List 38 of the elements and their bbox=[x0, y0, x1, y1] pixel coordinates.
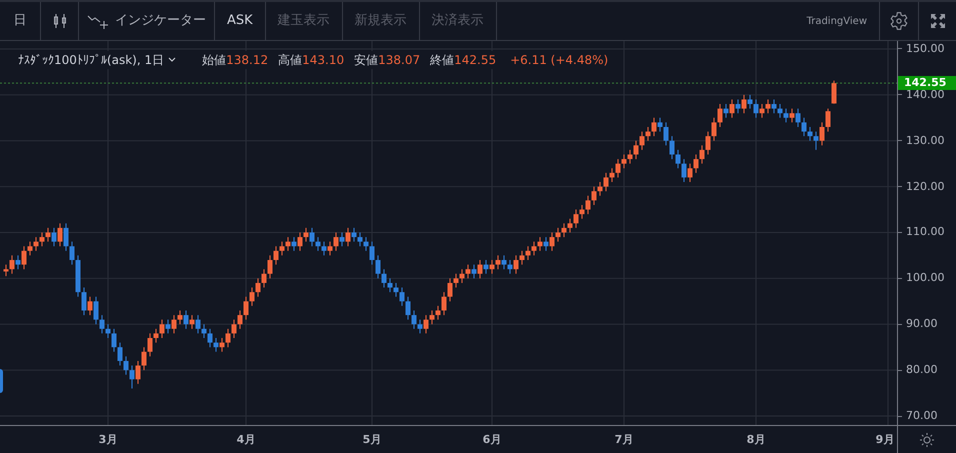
ohlc-label: 終値 bbox=[430, 52, 454, 69]
ohlc-value: 143.10 bbox=[302, 52, 344, 69]
scroll-handle[interactable] bbox=[0, 369, 3, 393]
ohlc-value: 142.55 bbox=[454, 52, 496, 69]
indicator-button[interactable]: インジケーター bbox=[79, 2, 215, 40]
price-tick-label: 110.00 bbox=[906, 225, 944, 240]
price-tick-label: 120.00 bbox=[906, 180, 944, 194]
price-type-button[interactable]: ASK bbox=[215, 2, 266, 40]
last-price-label: 142.55 bbox=[898, 76, 956, 90]
time-tick-label: 9月 bbox=[876, 432, 894, 448]
ohlc-value: 138.07 bbox=[378, 52, 420, 69]
ohlc-label: 安値 bbox=[354, 52, 378, 69]
settings-icon bbox=[889, 11, 909, 31]
interval-button[interactable]: 日 bbox=[0, 2, 41, 40]
time-tick-label: 8月 bbox=[746, 432, 766, 448]
fullscreen-icon bbox=[930, 13, 946, 29]
time-tick-label: 6月 bbox=[482, 432, 502, 448]
time-tick-label: 5月 bbox=[362, 432, 382, 448]
chevron-icon bbox=[168, 57, 176, 63]
price-tick-label: 150.00 bbox=[906, 42, 944, 56]
ohlc-label: 始値 bbox=[202, 52, 226, 69]
time-tick-label: 4月 bbox=[236, 432, 256, 448]
ohlc-value: 138.12 bbox=[226, 52, 268, 69]
brand-label: TradingView bbox=[806, 14, 868, 28]
sun-icon bbox=[920, 432, 934, 446]
price-tick-label: 80.00 bbox=[906, 363, 938, 378]
change-value: +6.11 (+4.48%) bbox=[510, 52, 608, 69]
price-tick-label: 140.00 bbox=[906, 88, 944, 102]
ohlc-label: 高値 bbox=[278, 52, 302, 69]
time-tick-label: 3月 bbox=[98, 432, 118, 448]
price-tick-label: 130.00 bbox=[906, 134, 944, 148]
price-tick-label: 70.00 bbox=[906, 409, 938, 423]
time-tick-label: 7月 bbox=[614, 432, 634, 448]
candlestick bbox=[832, 80, 836, 104]
price-tick-label: 90.00 bbox=[906, 317, 938, 332]
symbol-title[interactable]: ﾅｽﾀﾞｯｸ100ﾄﾘﾌﾟﾙ(ask), 1日 bbox=[18, 51, 176, 69]
price-tick-label: 100.00 bbox=[906, 271, 944, 286]
candles-icon bbox=[52, 13, 68, 29]
